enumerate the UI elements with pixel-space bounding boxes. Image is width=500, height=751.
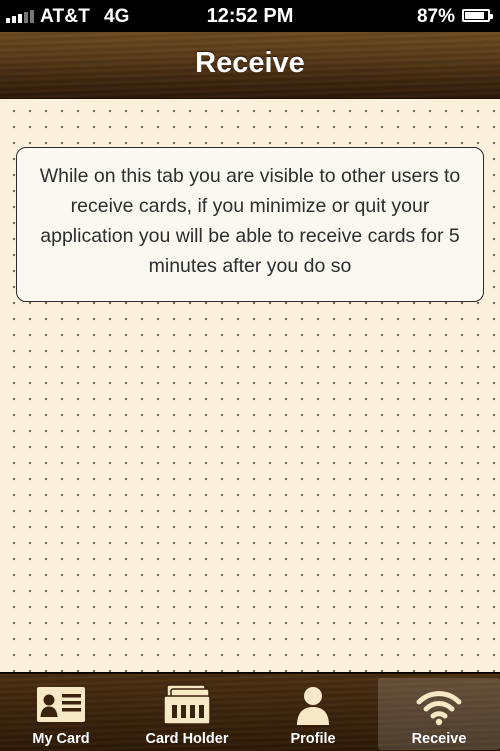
tab-label-my-card: My Card (32, 731, 90, 747)
tab-label-card-holder: Card Holder (145, 731, 229, 747)
card-holder-icon (161, 684, 213, 726)
id-card-icon (35, 684, 87, 726)
tab-my-card[interactable]: My Card (0, 678, 122, 750)
tab-bar: My Card Card Holder Profile Receive (0, 673, 500, 751)
navigation-bar: Receive (0, 32, 500, 99)
battery-percent: 87% (416, 6, 455, 27)
tab-receive[interactable]: Receive (378, 678, 500, 750)
content-area: While on this tab you are visible to oth… (0, 99, 500, 672)
battery-icon (462, 9, 493, 22)
info-message-box: While on this tab you are visible to oth… (16, 147, 484, 302)
info-message-text: While on this tab you are visible to oth… (39, 165, 461, 277)
battery-level-fill (465, 12, 485, 19)
wifi-icon (413, 684, 465, 726)
tab-label-receive: Receive (411, 731, 467, 747)
tab-label-profile: Profile (290, 731, 336, 747)
tab-profile[interactable]: Profile (252, 678, 374, 750)
status-bar: AT&T 4G 12:52 PM 87% (0, 0, 500, 32)
tab-card-holder[interactable]: Card Holder (126, 678, 248, 750)
person-icon (287, 684, 339, 726)
page-title: Receive (195, 47, 305, 79)
